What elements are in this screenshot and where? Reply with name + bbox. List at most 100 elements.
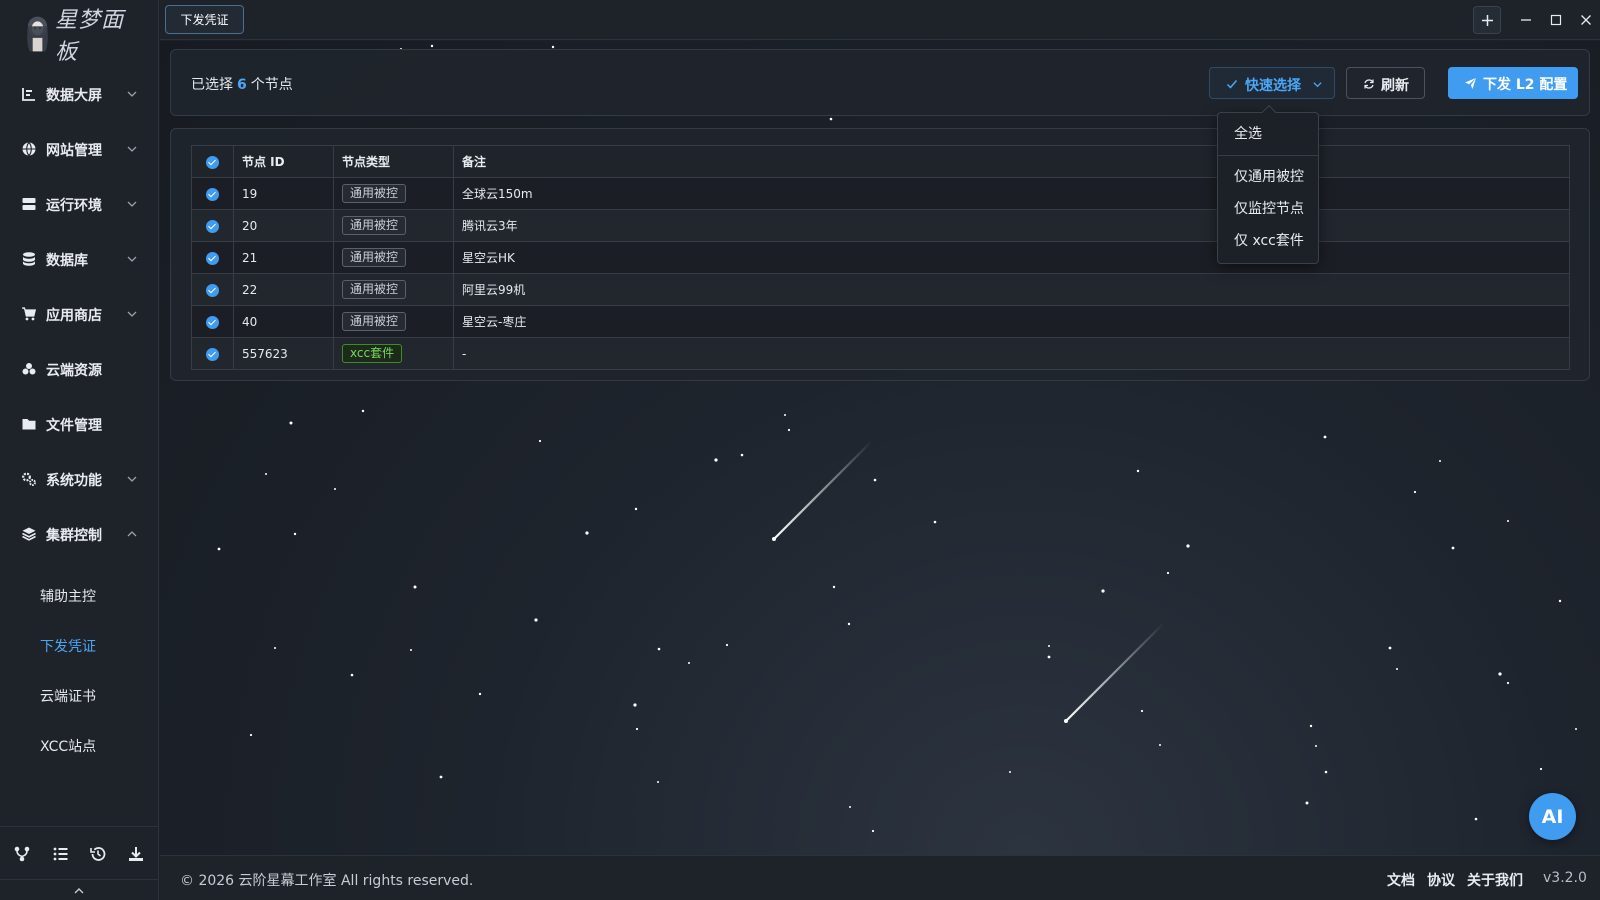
sidebar-item-runtime[interactable]: 运行环境 <box>0 184 158 224</box>
row-checkbox[interactable] <box>206 219 219 233</box>
list-icon[interactable] <box>52 845 70 863</box>
tab-issue-credentials[interactable]: 下发凭证 <box>165 5 244 34</box>
sidebar-subitem-xcc-sites[interactable]: XCC站点 <box>0 727 158 763</box>
node-table-card: 节点 ID 节点类型 备注 19 通用被控 全球云150m 20 通用被控 腾讯云3年 21… <box>170 128 1590 381</box>
sidebar-item-cloud-resources[interactable]: 云端资源 <box>0 349 158 389</box>
minimize-button[interactable] <box>1512 6 1540 34</box>
bar-chart-icon <box>22 88 35 101</box>
select-all-cell[interactable] <box>191 145 234 178</box>
version-text: v3.2.0 <box>1543 870 1587 886</box>
node-type-tag: 通用被控 <box>342 184 407 203</box>
sidebar-subitem-aux-master[interactable]: 辅助主控 <box>0 577 158 613</box>
remark-cell: 腾讯云3年 <box>453 209 1570 242</box>
row-checkbox[interactable] <box>206 283 219 297</box>
sidebar-item-data-screen[interactable]: 数据大屏 <box>0 74 158 114</box>
sidebar-item-label: 网站管理 <box>46 143 102 159</box>
quick-select-button[interactable]: 快速选择 <box>1209 67 1335 99</box>
selected-suffix: 个节点 <box>250 77 293 93</box>
menu-item-only-monitor[interactable]: 仅监控节点 <box>1218 194 1318 224</box>
row-checkbox[interactable] <box>206 315 219 329</box>
table-row[interactable]: 557623 xcc套件 - <box>191 337 1570 370</box>
footer-link-about[interactable]: 关于我们 <box>1467 870 1523 890</box>
maximize-button[interactable] <box>1542 6 1570 34</box>
node-type-tag: xcc套件 <box>342 344 403 363</box>
remark-cell: - <box>453 337 1570 370</box>
sidebar-item-system[interactable]: 系统功能 <box>0 459 158 499</box>
sidebar-item-label: 集群控制 <box>46 528 102 544</box>
menu-item-select-all[interactable]: 全选 <box>1218 119 1318 149</box>
sidebar-subitem-issue-credentials[interactable]: 下发凭证 <box>0 627 158 663</box>
row-select-cell[interactable] <box>191 273 234 306</box>
node-id-cell: 19 <box>233 177 334 210</box>
quick-select-menu: 全选 仅通用被控 仅监控节点 仅 xcc套件 <box>1217 104 1319 264</box>
node-type-cell: xcc套件 <box>333 337 454 370</box>
footer-link-docs[interactable]: 文档 <box>1387 870 1415 890</box>
chevron-down-icon <box>127 201 137 207</box>
select-all-checkbox[interactable] <box>206 155 219 169</box>
push-l2-config-button[interactable]: 下发 L2 配置 <box>1448 67 1578 99</box>
download-icon[interactable] <box>127 845 145 863</box>
app-logo[interactable]: 星梦面板 <box>24 8 144 65</box>
row-select-cell[interactable] <box>191 177 234 210</box>
cloud-icon <box>22 363 36 375</box>
copyright-text: © 2026 云阶星幕工作室 All rights reserved. <box>180 873 474 889</box>
remark-cell: 阿里云99机 <box>453 273 1570 306</box>
chevron-up-icon <box>127 531 137 537</box>
sidebar-item-label: 系统功能 <box>46 473 102 489</box>
sidebar-subitem-label: 下发凭证 <box>40 639 96 655</box>
app-logo-text: 星梦面板 <box>55 8 125 65</box>
add-tab-button[interactable] <box>1473 6 1501 34</box>
row-checkbox[interactable] <box>206 251 219 265</box>
sidebar-collapse-button[interactable] <box>0 879 158 900</box>
chevron-down-icon <box>127 476 137 482</box>
sidebar-item-app-store[interactable]: 应用商店 <box>0 294 158 334</box>
close-button[interactable] <box>1572 6 1600 34</box>
table-row[interactable]: 40 通用被控 星空云-枣庄 <box>191 305 1570 338</box>
branch-icon[interactable] <box>13 845 31 863</box>
column-header-node-id[interactable]: 节点 ID <box>233 145 334 178</box>
history-icon[interactable] <box>89 845 107 863</box>
sidebar-subitem-cloud-certificates[interactable]: 云端证书 <box>0 677 158 713</box>
sidebar-subitem-label: XCC站点 <box>40 739 97 755</box>
sidebar-item-label: 数据大屏 <box>46 88 102 104</box>
node-id-cell: 21 <box>233 241 334 274</box>
table-row[interactable]: 21 通用被控 星空云HK <box>191 241 1570 274</box>
node-type-cell: 通用被控 <box>333 273 454 306</box>
table-row[interactable]: 22 通用被控 阿里云99机 <box>191 273 1570 306</box>
sidebar-toolbar <box>0 826 158 900</box>
plus-icon <box>1482 15 1493 26</box>
table-row[interactable]: 19 通用被控 全球云150m <box>191 177 1570 210</box>
footer-link-agreement[interactable]: 协议 <box>1427 870 1455 890</box>
row-select-cell[interactable] <box>191 305 234 338</box>
top-bar: 下发凭证 <box>160 0 1600 40</box>
sidebar-item-cluster-control[interactable]: 集群控制 <box>0 514 158 554</box>
node-type-cell: 通用被控 <box>333 209 454 242</box>
sidebar-item-website[interactable]: 网站管理 <box>0 129 158 169</box>
column-header-node-type[interactable]: 节点类型 <box>333 145 454 178</box>
send-icon <box>1465 78 1476 89</box>
node-type-tag: 通用被控 <box>342 280 407 299</box>
refresh-label: 刷新 <box>1381 78 1409 94</box>
table-row[interactable]: 20 通用被控 腾讯云3年 <box>191 209 1570 242</box>
row-select-cell[interactable] <box>191 337 234 370</box>
sidebar-item-file-manager[interactable]: 文件管理 <box>0 404 158 444</box>
sidebar-item-database[interactable]: 数据库 <box>0 239 158 279</box>
minimize-icon <box>1521 19 1531 21</box>
footer: © 2026 云阶星幕工作室 All rights reserved. 文档 协… <box>160 855 1600 900</box>
row-select-cell[interactable] <box>191 241 234 274</box>
node-type-cell: 通用被控 <box>333 241 454 274</box>
refresh-button[interactable]: 刷新 <box>1346 67 1425 99</box>
chevron-up-icon <box>74 888 84 894</box>
maximize-icon <box>1550 14 1562 26</box>
row-select-cell[interactable] <box>191 209 234 242</box>
column-header-remark[interactable]: 备注 <box>453 145 1570 178</box>
row-checkbox[interactable] <box>206 347 219 361</box>
chevron-down-icon <box>127 311 137 317</box>
menu-item-only-generic[interactable]: 仅通用被控 <box>1218 162 1318 192</box>
ai-assistant-button[interactable]: AI <box>1529 793 1576 840</box>
row-checkbox[interactable] <box>206 187 219 201</box>
node-id-cell: 20 <box>233 209 334 242</box>
menu-item-only-xcc[interactable]: 仅 xcc套件 <box>1218 226 1318 256</box>
sidebar-item-label: 文件管理 <box>46 418 102 434</box>
check-icon <box>1226 80 1238 89</box>
